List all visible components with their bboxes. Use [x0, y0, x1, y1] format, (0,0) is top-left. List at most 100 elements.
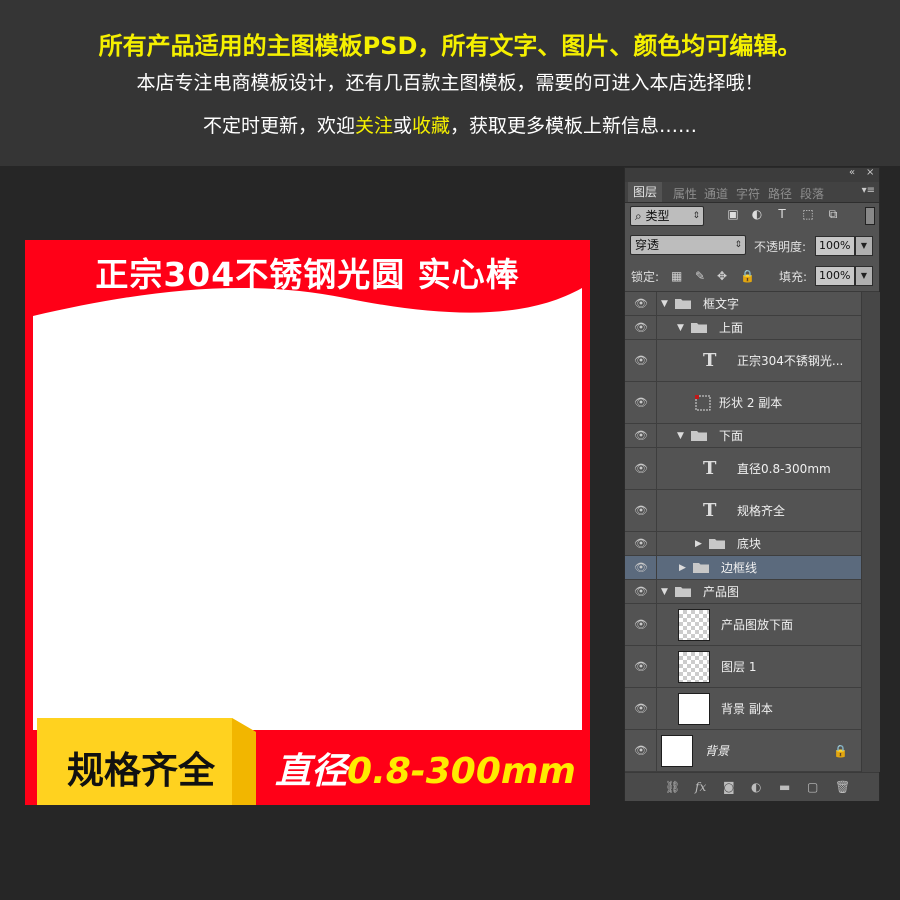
panel-titlebar: « ×	[625, 167, 879, 182]
tab-paths[interactable]: 路径	[768, 185, 792, 202]
tab-layers[interactable]: 图层	[628, 182, 663, 202]
layer-name: 下面	[719, 428, 744, 443]
layer-shape-copy[interactable]: 👁 形状 2 副本	[625, 382, 861, 424]
layer-product-below[interactable]: 👁 产品图放下面	[625, 604, 861, 646]
layer-group-product-image[interactable]: 👁 ▼ 产品图	[625, 580, 861, 604]
banner-or-text: 或	[392, 115, 412, 137]
fill-label: 填充:	[779, 270, 808, 284]
adjustment-icon[interactable]: ◐	[751, 780, 761, 794]
layer-thumbnail	[678, 650, 710, 683]
close-icon[interactable]: ×	[866, 167, 874, 178]
tab-properties[interactable]: 属性	[673, 185, 697, 202]
fill-input[interactable]: 100%	[815, 266, 855, 286]
eye-icon[interactable]: 👁	[634, 744, 648, 757]
folder-icon	[709, 538, 725, 549]
banner-line-3: 不定时更新，欢迎关注或收藏，获取更多模板上新信息……	[0, 111, 900, 138]
layer-name: 背景 副本	[721, 701, 773, 716]
blend-mode-select[interactable]: 穿透 ⇕	[630, 235, 746, 255]
layer-group-top[interactable]: 👁 ▼ 上面	[625, 316, 861, 340]
tab-paragraph[interactable]: 段落	[800, 185, 824, 202]
lock-transparent-icon[interactable]: ▦	[671, 269, 682, 283]
filter-toggle[interactable]	[865, 207, 875, 225]
filter-kind-select[interactable]: ⌕ 类型 ⇕	[630, 206, 704, 226]
expand-down-icon[interactable]: ▼	[677, 321, 684, 335]
lock-icon: 🔒	[833, 743, 848, 758]
tab-character[interactable]: 字符	[736, 185, 760, 202]
lock-brush-icon[interactable]: ✎	[695, 269, 705, 283]
favorite-text: 收藏	[412, 115, 451, 137]
eye-icon[interactable]: 👁	[634, 297, 648, 310]
filter-pixel-icon[interactable]: ▣	[726, 207, 740, 221]
new-layer-icon[interactable]: ▢	[807, 780, 818, 794]
lock-all-icon[interactable]: 🔒	[740, 269, 755, 283]
folder-icon	[675, 586, 691, 597]
layers-scrollbar[interactable]	[861, 292, 880, 772]
layer-text-diameter[interactable]: 👁 T 直径0.8-300mm	[625, 448, 861, 490]
expand-down-icon[interactable]: ▼	[661, 585, 668, 599]
opacity-dropdown-icon[interactable]: ▼	[855, 236, 873, 256]
expand-right-icon[interactable]: ▶	[679, 561, 686, 575]
filter-smart-icon[interactable]: ⧉	[826, 207, 840, 221]
folder-icon	[675, 298, 691, 309]
layer-group-border-line[interactable]: 👁 ▶ 边框线	[625, 556, 861, 580]
search-icon: ⌕	[635, 209, 646, 223]
eye-icon[interactable]: 👁	[634, 618, 648, 631]
banner-line-3-b: ，获取更多模板上新信息……	[450, 115, 698, 137]
eye-icon[interactable]: 👁	[634, 429, 648, 442]
lock-label: 锁定:	[631, 270, 660, 284]
new-group-icon[interactable]: ▬	[779, 780, 790, 794]
panel-tabs: 图层 属性 通道 字符 路径 段落 ▾≡	[625, 182, 879, 203]
fill-dropdown-icon[interactable]: ▼	[855, 266, 873, 286]
layer-name: 产品图放下面	[721, 617, 794, 632]
eye-icon[interactable]: 👁	[634, 585, 648, 598]
eye-icon[interactable]: 👁	[634, 462, 648, 475]
expand-down-icon[interactable]: ▼	[661, 297, 668, 311]
eye-icon[interactable]: 👁	[634, 396, 648, 409]
eye-icon[interactable]: 👁	[634, 354, 648, 367]
expand-down-icon[interactable]: ▼	[677, 429, 684, 443]
chevron-updown-icon: ⇕	[734, 240, 742, 250]
follow-text: 关注	[354, 115, 393, 137]
info-banner: 所有产品适用的主图模板PSD，所有文字、图片、颜色均可编辑。 本店专注电商模板设…	[0, 0, 900, 166]
layer-name: 图层 1	[721, 659, 757, 674]
layer-group-frame-text[interactable]: 👁 ▼ 框文字	[625, 292, 861, 316]
link-icon[interactable]: ⛓	[665, 780, 680, 794]
eye-icon[interactable]: 👁	[634, 504, 648, 517]
layer-background-copy[interactable]: 👁 背景 副本	[625, 688, 861, 730]
filter-adjust-icon[interactable]: ◐	[750, 207, 764, 221]
eye-icon[interactable]: 👁	[634, 561, 648, 574]
layer-group-bottom[interactable]: 👁 ▼ 下面	[625, 424, 861, 448]
panel-menu-icon[interactable]: ▾≡	[862, 185, 875, 196]
layer-name: 边框线	[721, 560, 758, 575]
layer-text-title[interactable]: 👁 T 正宗304不锈钢光...	[625, 340, 861, 382]
text-layer-icon: T	[703, 457, 717, 479]
filter-type-icon[interactable]: T	[775, 207, 789, 221]
filter-shape-icon[interactable]: ⬚	[801, 207, 815, 221]
eye-icon[interactable]: 👁	[634, 537, 648, 550]
diameter-prefix: 直径	[275, 751, 348, 792]
layer-background[interactable]: 👁 背景 🔒	[625, 730, 861, 772]
filter-kind-value: 类型	[645, 209, 670, 223]
eye-icon[interactable]: 👁	[634, 321, 648, 334]
opacity-input[interactable]: 100%	[815, 236, 855, 256]
tab-channels[interactable]: 通道	[704, 185, 728, 202]
mask-icon[interactable]: ◙	[723, 780, 735, 794]
layer-text-spec[interactable]: 👁 T 规格齐全	[625, 490, 861, 532]
eye-icon[interactable]: 👁	[634, 702, 648, 715]
layer-name: 规格齐全	[737, 503, 786, 518]
document-canvas[interactable]: 正宗304不锈钢光圆 实心棒 规格齐全 直径0.8-300mm	[25, 240, 590, 805]
fx-icon[interactable]: fx	[695, 780, 706, 794]
filter-row: ⌕ 类型 ⇕ ▣ ◐ T ⬚ ⧉	[625, 203, 879, 231]
layer-layer-1[interactable]: 👁 图层 1	[625, 646, 861, 688]
banner-line-3-a: 不定时更新，欢迎	[202, 115, 355, 137]
banner-line-2: 本店专注电商模板设计，还有几百款主图模板，需要的可进入本店选择哦！	[136, 72, 764, 94]
eye-icon[interactable]: 👁	[634, 660, 648, 673]
lock-move-icon[interactable]: ✥	[717, 269, 727, 283]
expand-right-icon[interactable]: ▶	[695, 537, 702, 551]
shape-layer-icon	[695, 394, 711, 410]
layer-name: 形状 2 副本	[719, 395, 783, 410]
collapse-icon[interactable]: «	[849, 167, 855, 178]
text-layer-icon: T	[703, 349, 717, 371]
trash-icon[interactable]: 🗑	[835, 780, 850, 794]
layer-group-base-block[interactable]: 👁 ▶ 底块	[625, 532, 861, 556]
